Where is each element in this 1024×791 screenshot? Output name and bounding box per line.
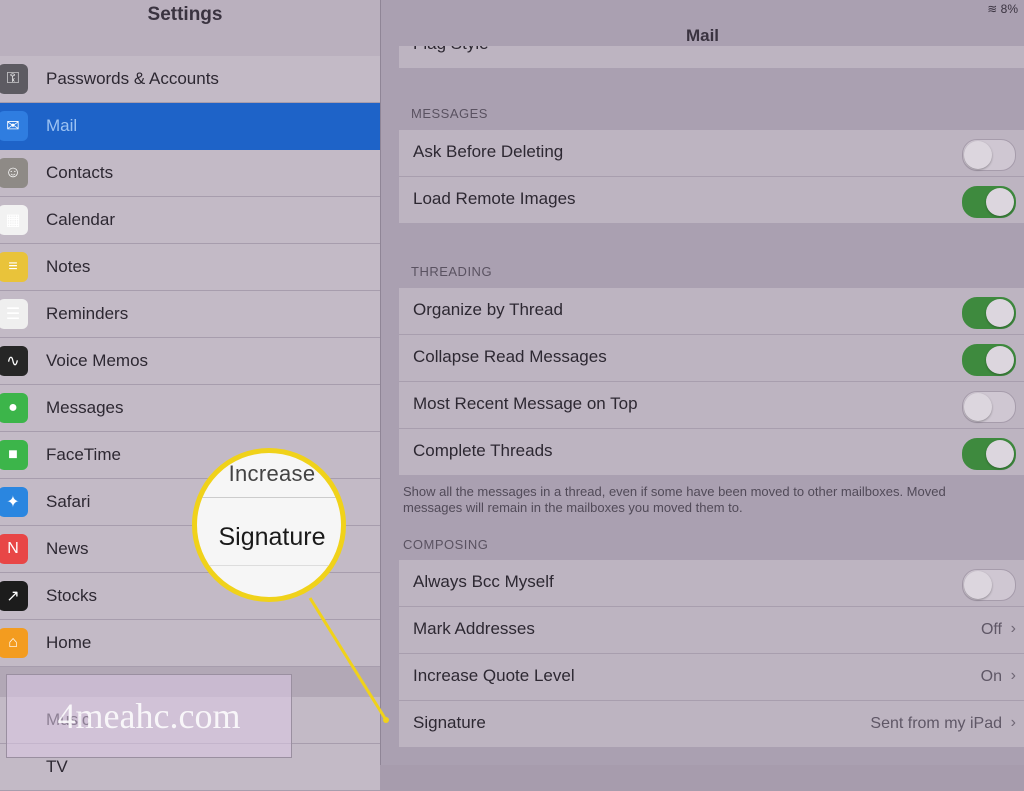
sidebar-item-calendar[interactable]: ▦ Calendar: [0, 197, 380, 244]
messages-group: Ask Before Deleting Load Remote Images: [399, 130, 1024, 223]
row-label: Organize by Thread: [413, 300, 563, 319]
magnified-callout: Increase Signature: [192, 448, 346, 602]
settings-row-most-recent-message-on-top[interactable]: Most Recent Message on Top: [399, 382, 1024, 429]
row-label: Complete Threads: [413, 441, 553, 460]
settings-row-organize-by-thread[interactable]: Organize by Thread: [399, 288, 1024, 335]
row-value: Off: [980, 621, 1002, 638]
sidebar-item-notes[interactable]: ≡ Notes: [0, 244, 380, 291]
toggle-knob: [964, 571, 992, 599]
callout-divider: [197, 565, 341, 566]
sidebar-item-passwords-accounts[interactable]: ⚿ Passwords & Accounts: [0, 56, 380, 103]
sidebar-item-reminders[interactable]: ☰ Reminders: [0, 291, 380, 338]
row-label: Mark Addresses: [413, 619, 535, 638]
safari-icon: ✦: [0, 487, 28, 517]
settings-row-always-bcc-myself[interactable]: Always Bcc Myself: [399, 560, 1024, 607]
sidebar-title: Settings: [147, 4, 223, 25]
sidebar-item-stocks[interactable]: ↗ Stocks: [0, 573, 380, 620]
sidebar-item-label: Home: [46, 633, 92, 652]
toggle-knob: [964, 141, 992, 169]
settings-sidebar: Settings ⚿ Passwords & Accounts ✉ Mail ☺ Cont…: [0, 0, 381, 791]
toggle-switch[interactable]: [962, 186, 1016, 218]
toggle-knob: [986, 299, 1014, 327]
settings-row-ask-before-deleting[interactable]: Ask Before Deleting: [399, 130, 1024, 177]
chevron-right-icon: ›: [1010, 620, 1016, 637]
sidebar-item-label: Calendar: [46, 210, 115, 229]
sidebar-item-label: Stocks: [46, 586, 98, 605]
key-icon: ⚿: [0, 64, 28, 94]
watermark: 4meahc.com: [6, 674, 292, 758]
sidebar-item-mail[interactable]: ✉ Mail: [0, 103, 380, 150]
sidebar-item-label: FaceTime: [46, 445, 121, 464]
mail-settings-pane: ≋ 8% Mail Flag Style MESSAGES Ask Before…: [381, 0, 1024, 765]
toggle-switch[interactable]: [962, 344, 1016, 376]
toggle-switch[interactable]: [962, 438, 1016, 470]
row-label: Increase Quote Level: [413, 666, 575, 685]
row-label: Signature: [413, 713, 486, 732]
sidebar-item-label: Reminders: [46, 304, 129, 323]
sidebar-item-label: Mail: [46, 116, 78, 135]
row-value: On: [980, 668, 1002, 685]
settings-row-collapse-read-messages[interactable]: Collapse Read Messages: [399, 335, 1024, 382]
row-label: Always Bcc Myself: [413, 572, 554, 591]
callout-divider: [197, 497, 341, 498]
toggle-knob: [986, 188, 1014, 216]
toggle-knob: [964, 393, 992, 421]
threading-group: Organize by Thread Collapse Read Messages…: [399, 288, 1024, 475]
contacts-icon: ☺: [0, 158, 28, 188]
callout-top-text: Increase: [228, 461, 316, 486]
row-label: Ask Before Deleting: [413, 142, 564, 161]
settings-row-mark-addresses[interactable]: Mark Addresses Off ›: [399, 607, 1024, 654]
sidebar-item-home[interactable]: ⌂ Home: [0, 620, 380, 667]
callout-main-text: Signature: [218, 523, 326, 551]
composing-group: Always Bcc Myself Mark Addresses Off › Incre…: [399, 560, 1024, 747]
sidebar-item-label: TV: [46, 757, 68, 776]
flag-style-row[interactable]: Flag Style: [399, 46, 1024, 68]
news-icon: N: [0, 534, 28, 564]
reminders-icon: ☰: [0, 299, 28, 329]
toggle-switch[interactable]: [962, 569, 1016, 601]
threading-footnote: Show all the messages in a thread, even …: [403, 484, 946, 515]
facetime-icon: ■: [0, 440, 28, 470]
toggle-switch[interactable]: [962, 139, 1016, 171]
mail-icon: ✉: [0, 111, 28, 141]
toggle-knob: [986, 440, 1014, 468]
stocks-icon: ↗: [0, 581, 28, 611]
section-label-messages: MESSAGES: [411, 106, 488, 121]
chevron-right-icon: ›: [1010, 714, 1016, 731]
row-value: Sent from my iPad: [870, 715, 1002, 732]
sidebar-item-label: Voice Memos: [46, 351, 149, 370]
settings-row-complete-threads[interactable]: Complete Threads: [399, 429, 1024, 475]
section-label-threading: THREADING: [411, 264, 493, 279]
row-label: Collapse Read Messages: [413, 347, 607, 366]
toggle-knob: [986, 346, 1014, 374]
sidebar-item-label: Messages: [46, 398, 124, 417]
messages-icon: ●: [0, 393, 28, 423]
sidebar-item-label: News: [46, 539, 89, 558]
notes-icon: ≡: [0, 252, 28, 282]
sidebar-item-label: Passwords & Accounts: [46, 69, 219, 88]
sidebar-item-label: Contacts: [46, 163, 114, 182]
row-label: Load Remote Images: [413, 189, 576, 208]
chevron-right-icon: ›: [1010, 667, 1016, 684]
voice-memos-icon: ∿: [0, 346, 28, 376]
home-icon: ⌂: [0, 628, 28, 658]
status-bar: ≋ 8%: [987, 2, 1018, 16]
page-title: Mail: [685, 26, 720, 45]
settings-row-increase-quote-level[interactable]: Increase Quote Level On ›: [399, 654, 1024, 701]
sidebar-item-voice-memos[interactable]: ∿ Voice Memos: [0, 338, 380, 385]
row-label: Flag Style: [413, 46, 489, 54]
section-label-composing: COMPOSING: [403, 537, 489, 552]
toggle-switch[interactable]: [962, 297, 1016, 329]
sidebar-item-contacts[interactable]: ☺ Contacts: [0, 150, 380, 197]
sidebar-item-label: Safari: [46, 492, 91, 511]
calendar-icon: ▦: [0, 205, 28, 235]
settings-row-load-remote-images[interactable]: Load Remote Images: [399, 177, 1024, 223]
toggle-switch[interactable]: [962, 391, 1016, 423]
settings-row-signature[interactable]: Signature Sent from my iPad ›: [399, 701, 1024, 747]
sidebar-item-messages[interactable]: ● Messages: [0, 385, 380, 432]
row-label: Most Recent Message on Top: [413, 394, 638, 413]
sidebar-item-label: Notes: [46, 257, 91, 276]
